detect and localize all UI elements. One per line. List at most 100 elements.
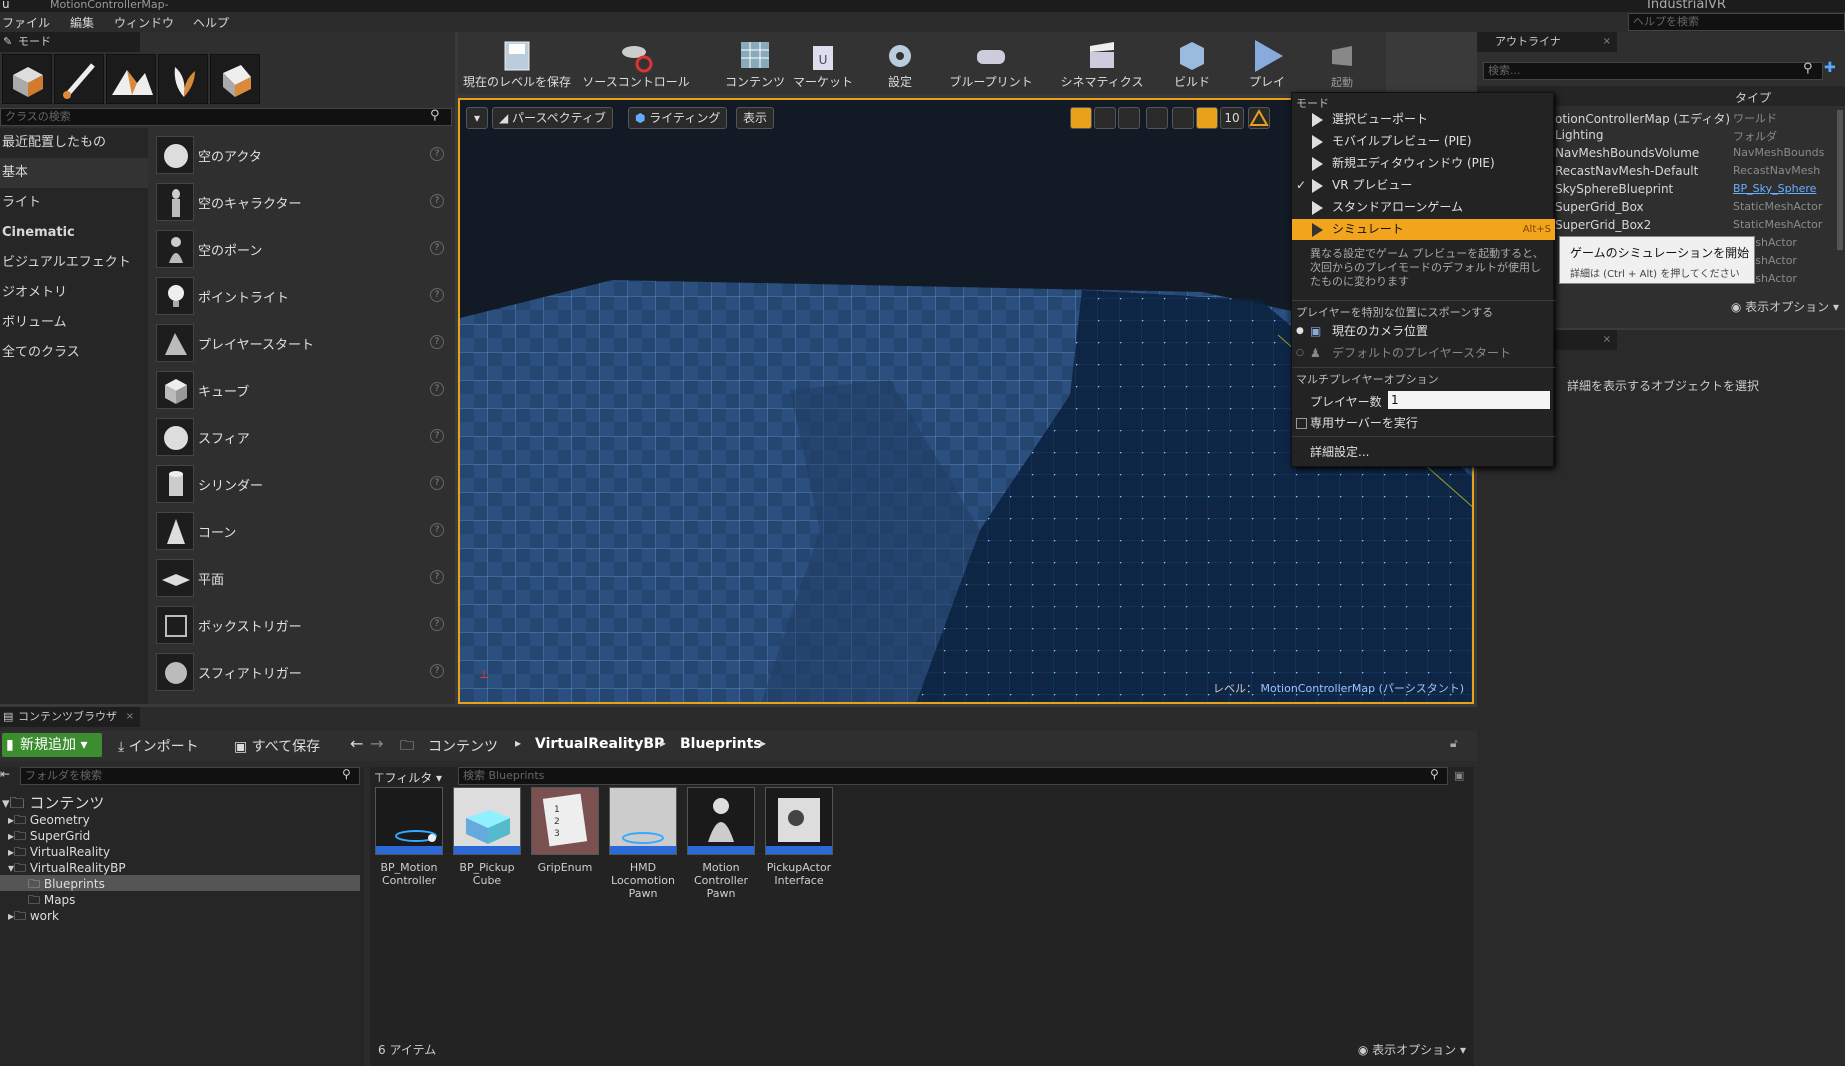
asset-bp-pickup-cube[interactable]: BP_Pickup Cube — [452, 787, 522, 887]
advanced-settings-item[interactable]: 詳細設定... — [1292, 442, 1555, 463]
help-search-input[interactable]: ヘルプを検索 — [1628, 13, 1845, 31]
dedicated-server-checkbox[interactable]: 専用サーバーを実行 — [1292, 413, 1555, 434]
actor-item-empty-actor[interactable]: 空のアクタ? — [152, 132, 452, 178]
paint-mode-button[interactable] — [54, 54, 104, 104]
help-icon[interactable]: ? — [430, 523, 444, 537]
help-icon[interactable]: ? — [430, 476, 444, 490]
column-type-header[interactable]: タイプ — [1735, 89, 1771, 106]
angle-snap-icon[interactable] — [1248, 107, 1270, 129]
help-icon[interactable]: ? — [430, 335, 444, 349]
outliner-scrollbar[interactable] — [1837, 110, 1843, 250]
save-all-button[interactable]: ▣ すべて保存 — [234, 736, 320, 756]
asset-view-options-button[interactable]: ◉ 表示オプション ▾ — [1358, 1041, 1466, 1058]
folder-search-icon[interactable]: ⚲ — [342, 767, 351, 781]
play-option-vr-preview[interactable]: ✓ VR プレビュー — [1292, 175, 1555, 196]
category-all-classes[interactable]: 全てのクラス — [0, 338, 148, 368]
surface-snap-icon[interactable] — [1172, 107, 1194, 129]
spawn-option-default-start[interactable]: ○ ♟ デフォルトのプレイヤースタート — [1292, 343, 1555, 364]
play-option-standalone-game[interactable]: スタンドアローンゲーム — [1292, 197, 1555, 218]
rotate-icon[interactable] — [1094, 107, 1116, 129]
tab-outliner[interactable]: アウトライナ × — [1477, 32, 1617, 52]
viewport-options-button[interactable]: ▾ — [466, 107, 488, 129]
close-tab-icon[interactable]: × — [126, 707, 134, 727]
tab-modes[interactable]: ✎ モード — [0, 32, 140, 52]
play-option-mobile-preview[interactable]: モバイルプレビュー (PIE) — [1292, 131, 1555, 152]
asset-hmd-locomotion-pawn[interactable]: HMD Locomotion Pawn — [608, 787, 678, 900]
category-recent[interactable]: 最近配置したもの — [0, 128, 148, 158]
category-basic[interactable]: 基本 — [0, 158, 148, 188]
close-tab-icon[interactable]: × — [1603, 330, 1611, 350]
help-icon[interactable]: ? — [430, 147, 444, 161]
blueprints-button[interactable]: ブループリント — [936, 32, 1046, 94]
menu-window[interactable]: ウィンドウ — [114, 14, 174, 31]
place-mode-button[interactable] — [2, 54, 52, 104]
actor-item-point-light[interactable]: ポイントライト? — [152, 273, 452, 319]
content-button[interactable]: コンテンツ — [720, 32, 790, 94]
source-control-button[interactable]: ソースコントロール — [576, 32, 696, 94]
outliner-search-icon[interactable]: ⚲ — [1803, 61, 1813, 76]
asset-bp-motion-controller[interactable]: BP_Motion Controller — [374, 787, 444, 887]
actor-item-empty-pawn[interactable]: 空のポーン? — [152, 226, 452, 272]
filter-button[interactable]: ⊤フィルタ ▾ — [374, 769, 442, 786]
cinematics-button[interactable]: シネマティクス — [1052, 32, 1152, 94]
geometry-edit-mode-button[interactable] — [210, 54, 260, 104]
save-search-icon[interactable]: ▣ — [1454, 769, 1464, 782]
play-option-new-editor-window[interactable]: 新規エディタウィンドウ (PIE) — [1292, 153, 1555, 174]
show-button[interactable]: 表示 — [736, 107, 775, 129]
world-space-icon[interactable] — [1146, 107, 1168, 129]
breadcrumb-content[interactable]: コンテンツ — [428, 736, 498, 756]
actor-item-sphere-trigger[interactable]: スフィアトリガー? — [152, 649, 452, 695]
save-level-button[interactable]: 現在のレベルを保存 — [462, 32, 572, 94]
class-search-icon[interactable]: ⚲ — [430, 108, 440, 123]
translate-icon[interactable] — [1070, 107, 1092, 129]
menu-file[interactable]: ファイル — [2, 14, 50, 31]
actor-item-cone[interactable]: コーン? — [152, 508, 452, 554]
outliner-search-input[interactable]: 検索... — [1483, 62, 1823, 80]
add-folder-icon[interactable]: ✚ — [1824, 60, 1836, 76]
breadcrumb-blueprints[interactable]: Blueprints — [680, 736, 762, 752]
asset-gripenum[interactable]: 1 2 3 GripEnum — [530, 787, 600, 874]
outliner-view-options-button[interactable]: ◉ 表示オプション ▾ — [1731, 298, 1839, 315]
help-icon[interactable]: ? — [430, 194, 444, 208]
help-icon[interactable]: ? — [430, 570, 444, 584]
add-new-button[interactable]: ▮ 新規追加 ▾ — [2, 733, 102, 757]
settings-button[interactable]: 設定 — [870, 32, 930, 94]
perspective-button[interactable]: ◢ パースペクティブ — [492, 107, 613, 129]
actor-item-player-start[interactable]: プレイヤースタート? — [152, 320, 452, 366]
asset-search-input[interactable]: 検索 Blueprints — [458, 767, 1448, 785]
unreal-logo-icon[interactable]: u — [2, 0, 10, 11]
actor-item-plane[interactable]: 平面? — [152, 555, 452, 601]
category-visual-effects[interactable]: ビジュアルエフェクト — [0, 248, 148, 278]
menu-help[interactable]: ヘルプ — [193, 14, 229, 31]
marketplace-button[interactable]: U マーケット — [792, 32, 854, 94]
actor-item-empty-character[interactable]: 空のキャラクター? — [152, 179, 452, 225]
grid-snap-icon[interactable] — [1196, 107, 1218, 129]
help-icon[interactable]: ? — [430, 382, 444, 396]
player-count-input[interactable]: 1 — [1388, 391, 1550, 409]
help-icon[interactable]: ? — [430, 288, 444, 302]
back-arrow-icon[interactable]: ← — [350, 734, 363, 753]
asset-search-icon[interactable]: ⚲ — [1430, 767, 1439, 781]
help-icon[interactable]: ? — [430, 429, 444, 443]
help-icon[interactable]: ? — [430, 617, 444, 631]
breadcrumb-virtualrealitybp[interactable]: VirtualRealityBP — [535, 736, 664, 752]
landscape-mode-button[interactable] — [106, 54, 156, 104]
build-button[interactable]: ビルド — [1160, 32, 1224, 94]
scale-icon[interactable] — [1118, 107, 1140, 129]
category-geometry[interactable]: ジオメトリ — [0, 278, 148, 308]
actor-item-sphere[interactable]: スフィア? — [152, 414, 452, 460]
import-button[interactable]: ⤓ インポート — [118, 736, 199, 756]
class-search-input[interactable]: クラスの検索 — [0, 108, 452, 126]
category-volumes[interactable]: ボリューム — [0, 308, 148, 338]
close-tab-icon[interactable]: × — [1603, 32, 1611, 52]
launch-button[interactable]: 起動 — [1310, 32, 1374, 94]
menu-edit[interactable]: 編集 — [70, 14, 94, 31]
tree-item-work[interactable]: ▸🗀 work — [8, 907, 59, 928]
category-lights[interactable]: ライト — [0, 188, 148, 218]
lock-icon[interactable]: 🔓︎ — [1450, 736, 1458, 751]
tab-content-browser[interactable]: ▤ コンテンツブラウザ × — [0, 707, 140, 727]
play-button[interactable]: プレイ — [1236, 32, 1298, 94]
actor-item-box-trigger[interactable]: ボックストリガー? — [152, 602, 452, 648]
asset-pickupactor-interface[interactable]: PickupActor Interface — [764, 787, 834, 887]
play-option-simulate[interactable]: シミュレート Alt+S — [1292, 219, 1555, 240]
